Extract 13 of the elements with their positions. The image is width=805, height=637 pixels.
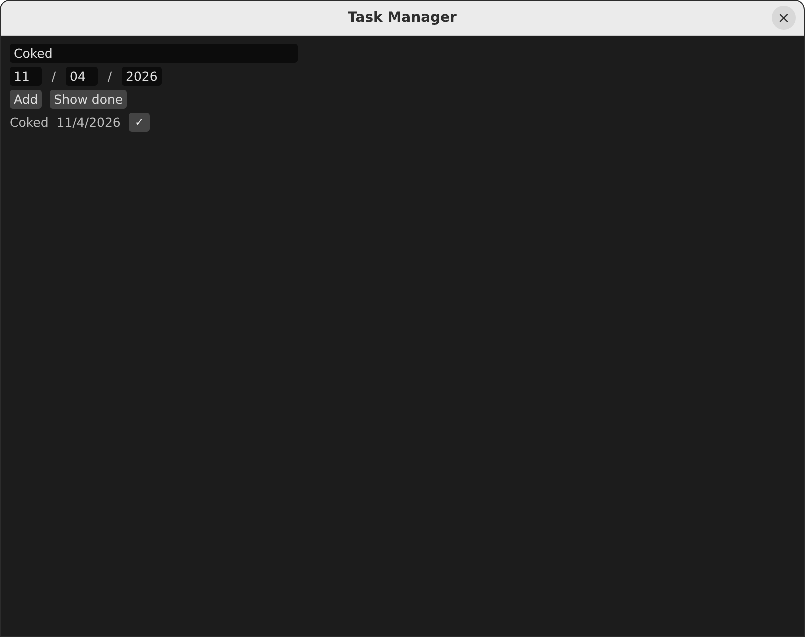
task-date: 11/4/2026 xyxy=(56,115,121,130)
close-button[interactable]: × xyxy=(772,6,796,30)
date-field[interactable]: 11 xyxy=(10,67,42,86)
date-separator: / xyxy=(50,69,58,84)
mark-done-button[interactable]: ✓ xyxy=(128,113,150,132)
date-field[interactable]: 04 xyxy=(66,67,98,86)
task-name: Coked xyxy=(10,115,49,130)
date-field[interactable]: 2026 xyxy=(122,67,162,86)
date-separator: / xyxy=(106,69,114,84)
add-button[interactable]: Add xyxy=(10,90,42,109)
show-done-button[interactable]: Show done xyxy=(50,90,128,109)
window-title: Task Manager xyxy=(348,10,457,26)
task-name-field[interactable]: Coked xyxy=(10,44,298,63)
